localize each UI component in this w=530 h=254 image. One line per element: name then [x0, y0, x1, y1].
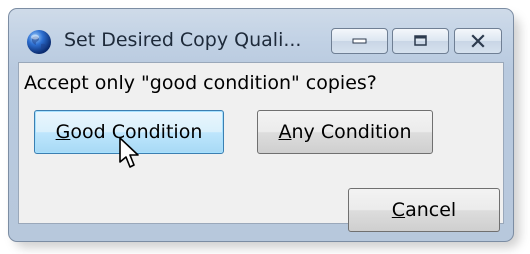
globe-icon: [27, 30, 51, 54]
any-condition-mnemonic: A: [278, 121, 292, 143]
cancel-mnemonic: C: [391, 199, 406, 221]
close-icon: [471, 34, 485, 48]
title-bar[interactable]: Set Desired Copy Quali...: [9, 9, 513, 69]
cancel-label: ancel: [405, 199, 457, 221]
dialog-prompt: Accept only "good condition" copies?: [24, 72, 377, 94]
good-condition-mnemonic: G: [55, 121, 71, 143]
restore-icon: [413, 35, 427, 46]
restore-button[interactable]: [392, 28, 449, 54]
close-button[interactable]: [454, 28, 502, 54]
minimize-button[interactable]: [331, 28, 388, 54]
mouse-pointer-icon: [119, 137, 139, 168]
minimize-icon: [352, 38, 366, 44]
any-condition-label: ny Condition: [291, 121, 412, 143]
cancel-button[interactable]: Cancel: [348, 188, 500, 232]
any-condition-button[interactable]: Any Condition: [257, 110, 433, 154]
window-title: Set Desired Copy Quali...: [64, 29, 302, 51]
